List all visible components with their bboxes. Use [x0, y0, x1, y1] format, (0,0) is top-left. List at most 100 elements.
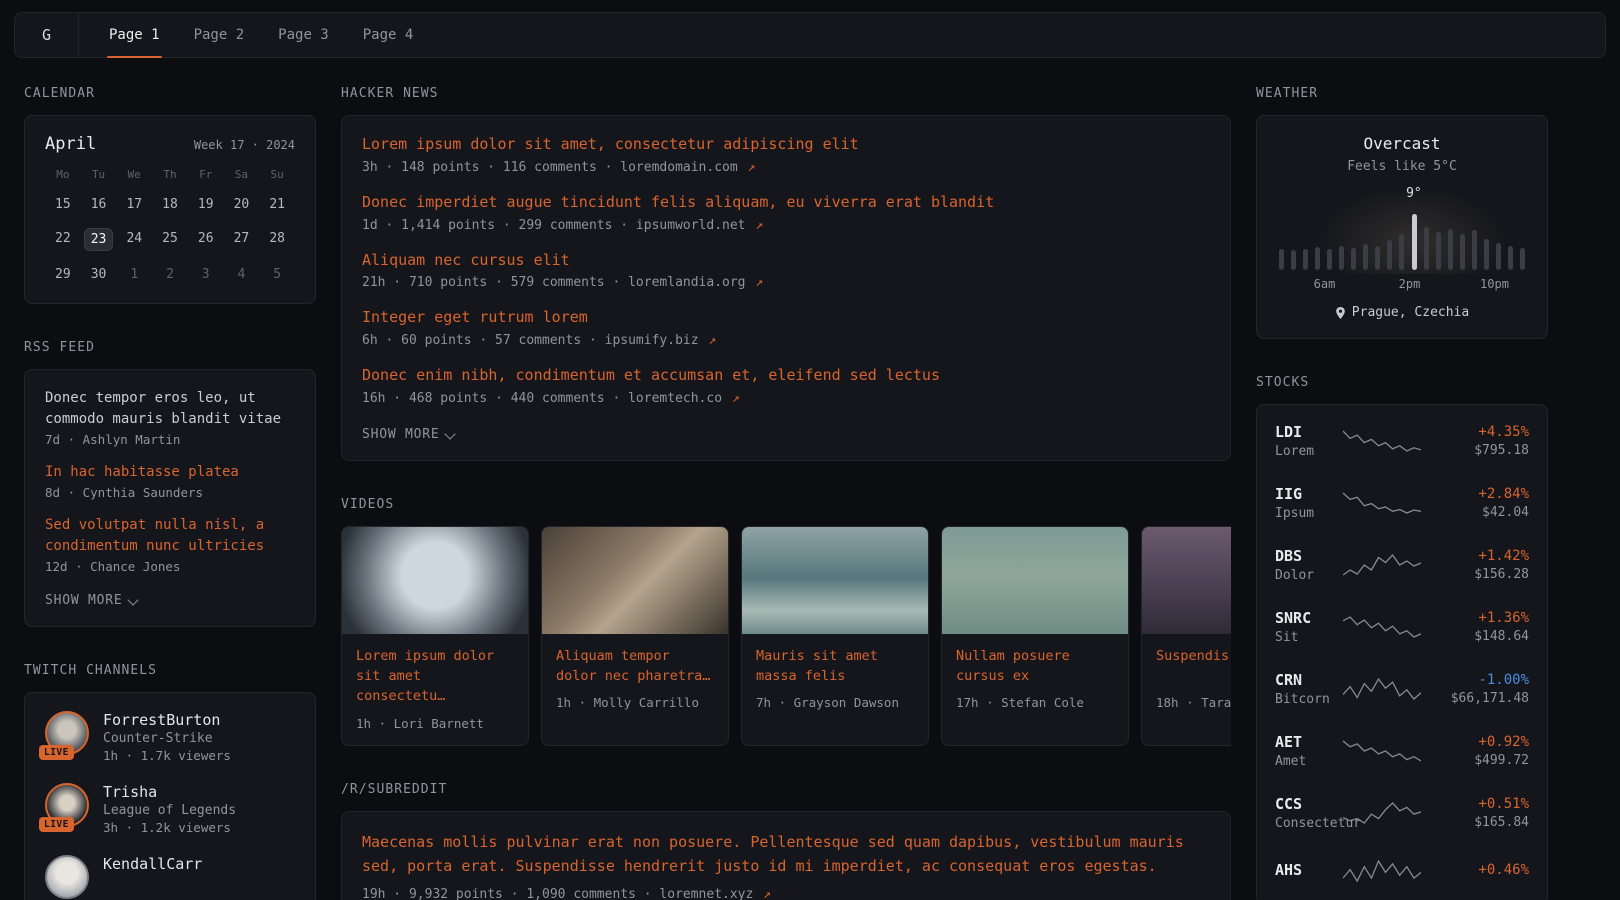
avatar: LIVE [45, 711, 89, 755]
hn-show-more-button[interactable]: SHOW MORE [362, 427, 455, 442]
stock-name: Bitcorn [1275, 692, 1335, 707]
stock-row[interactable]: DBS Dolor +1.42% $156.28 [1275, 534, 1529, 596]
stock-ticker: IIG [1275, 485, 1335, 503]
calendar-day-label: 29 [49, 264, 77, 285]
stock-name: Lorem [1275, 444, 1335, 459]
stock-price: $66,171.48 [1429, 691, 1529, 706]
video-title-link[interactable]: Aliquam tempor dolor nec pharetra… [556, 646, 714, 687]
calendar-day-label: 1 [124, 264, 144, 285]
stock-row[interactable]: IIG Ipsum +2.84% $42.04 [1275, 472, 1529, 534]
weather-temp-label: 9° [1406, 186, 1422, 201]
stock-sparkline [1343, 489, 1421, 517]
calendar-dow: We [116, 168, 152, 181]
calendar-day-next-month: 3 [188, 264, 224, 285]
calendar-day-next-month: 5 [259, 264, 295, 285]
video-card[interactable]: Nullam posuere cursus ex 17h · Stefan Co… [941, 526, 1129, 746]
stock-change: +0.92% [1429, 734, 1529, 750]
calendar-widget: CALENDAR April Week 17 · 2024 Mo Tu We T… [24, 86, 316, 304]
tab-page-4[interactable]: Page 4 [361, 13, 416, 57]
stocks-widget-title: STOCKS [1256, 375, 1548, 390]
subreddit-card: Maecenas mollis pulvinar erat non posuer… [341, 811, 1231, 900]
rss-item-link[interactable]: Sed volutpat nulla nisl, a condimentum n… [45, 515, 295, 557]
top-navigation-bar: G Page 1 Page 2 Page 3 Page 4 [14, 12, 1606, 58]
stock-ticker: LDI [1275, 423, 1335, 441]
live-badge: LIVE [39, 745, 74, 760]
stock-row[interactable]: CRN Bitcorn -1.00% $66,171.48 [1275, 658, 1529, 720]
calendar-day-label: 24 [120, 228, 148, 249]
video-card-body: Nullam posuere cursus ex 17h · Stefan Co… [942, 634, 1128, 725]
hacker-news-widget: HACKER NEWS Lorem ipsum dolor sit amet, … [341, 86, 1231, 461]
stock-row[interactable]: AHS +0.46% [1275, 844, 1529, 898]
twitch-channel[interactable]: LIVE ForrestBurton Counter-Strike 1h · 1… [45, 711, 295, 763]
hn-item-link[interactable]: Donec imperdiet augue tincidunt felis al… [362, 192, 1210, 214]
video-card[interactable]: Mauris sit amet massa felis 7h · Grayson… [741, 526, 929, 746]
rss-item-link[interactable]: In hac habitasse platea [45, 462, 295, 483]
twitch-channel-category: Counter-Strike [103, 731, 231, 746]
hn-item-link[interactable]: Aliquam nec cursus elit [362, 250, 1210, 272]
weather-bar [1412, 214, 1417, 270]
hn-item-link[interactable]: Integer eget rutrum lorem [362, 307, 1210, 329]
hn-item-meta: 6h · 60 points · 57 comments · ipsumify.… [362, 333, 1210, 348]
video-title-link[interactable]: Mauris sit amet massa felis [756, 646, 914, 687]
video-card[interactable]: Suspendis diam 18h · Tara [1141, 526, 1231, 746]
twitch-channel[interactable]: KendallCarr [45, 855, 295, 899]
calendar-day-label: 27 [228, 228, 256, 249]
hacker-news-card: Lorem ipsum dolor sit amet, consectetur … [341, 115, 1231, 461]
calendar-day: 29 [45, 264, 81, 285]
stock-row[interactable]: SNRC Sit +1.36% $148.64 [1275, 596, 1529, 658]
stock-sparkline [1343, 613, 1421, 641]
calendar-day: 30 [81, 264, 117, 285]
twitch-widget: TWITCH CHANNELS LIVE ForrestBurton Count… [24, 663, 316, 900]
avatar [45, 855, 89, 899]
calendar-card: April Week 17 · 2024 Mo Tu We Th Fr Sa S… [24, 115, 316, 304]
calendar-dow: Tu [81, 168, 117, 181]
stock-change: -1.00% [1429, 672, 1529, 688]
tab-page-2[interactable]: Page 2 [192, 13, 247, 57]
stock-row[interactable]: AET Amet +0.92% $499.72 [1275, 720, 1529, 782]
calendar-day-label: 16 [85, 194, 113, 215]
video-title-link[interactable]: Lorem ipsum dolor sit amet consectetu… [356, 646, 514, 707]
stock-id: DBS Dolor [1275, 547, 1335, 583]
video-title-link[interactable]: Suspendis diam [1156, 646, 1231, 686]
location-pin-icon [1335, 306, 1346, 320]
calendar-day: 28 [259, 228, 295, 251]
stock-price: $795.18 [1429, 443, 1529, 458]
external-link-icon: ↗ [732, 391, 740, 406]
rss-show-more-button[interactable]: SHOW MORE [45, 593, 138, 608]
hacker-news-widget-title: HACKER NEWS [341, 86, 1231, 101]
calendar-day-next-month: 2 [152, 264, 188, 285]
hn-item-link[interactable]: Donec enim nibh, condimentum et accumsan… [362, 365, 1210, 387]
stock-change: +4.35% [1429, 424, 1529, 440]
stock-row[interactable]: CCS Consectetur +0.51% $165.84 [1275, 782, 1529, 844]
calendar-day: 27 [224, 228, 260, 251]
stock-sparkline [1343, 551, 1421, 579]
video-card-body: Aliquam tempor dolor nec pharetra… 1h · … [542, 634, 728, 725]
video-title-link[interactable]: Nullam posuere cursus ex [956, 646, 1114, 687]
tab-page-3[interactable]: Page 3 [276, 13, 331, 57]
stock-id: CCS Consectetur [1275, 795, 1335, 831]
weather-card: Overcast Feels like 5°C 9° 6am 2pm 10pm … [1256, 115, 1548, 339]
stocks-card: LDI Lorem +4.35% $795.18 IIG Ipsum [1256, 404, 1548, 900]
video-card[interactable]: Lorem ipsum dolor sit amet consectetu… 1… [341, 526, 529, 746]
calendar-day-label: 22 [49, 228, 77, 249]
calendar-day-next-month: 4 [224, 264, 260, 285]
app-logo[interactable]: G [15, 13, 79, 57]
tab-page-1[interactable]: Page 1 [107, 13, 162, 57]
twitch-channel[interactable]: LIVE Trisha League of Legends 3h · 1.2k … [45, 783, 295, 835]
rss-item-link[interactable]: Donec tempor eros leo, ut commodo mauris… [45, 388, 295, 430]
hn-meta-text: 6h · 60 points · 57 comments · ipsumify.… [362, 333, 699, 348]
stock-ticker: AET [1275, 733, 1335, 751]
subreddit-post-link[interactable]: Maecenas mollis pulvinar erat non posuer… [362, 830, 1210, 880]
video-card-body: Lorem ipsum dolor sit amet consectetu… 1… [342, 634, 528, 745]
calendar-dow: Fr [188, 168, 224, 181]
video-card[interactable]: Aliquam tempor dolor nec pharetra… 1h · … [541, 526, 729, 746]
external-link-icon: ↗ [755, 275, 763, 290]
videos-row: Lorem ipsum dolor sit amet consectetu… 1… [341, 526, 1231, 746]
stock-id: CRN Bitcorn [1275, 671, 1335, 707]
stock-id: AHS [1275, 861, 1335, 882]
stock-row[interactable]: LDI Lorem +4.35% $795.18 [1275, 410, 1529, 472]
weather-axis-label: 2pm [1399, 277, 1421, 291]
video-thumbnail [342, 527, 528, 634]
hn-item-link[interactable]: Lorem ipsum dolor sit amet, consectetur … [362, 134, 1210, 156]
stock-change: +1.36% [1429, 610, 1529, 626]
